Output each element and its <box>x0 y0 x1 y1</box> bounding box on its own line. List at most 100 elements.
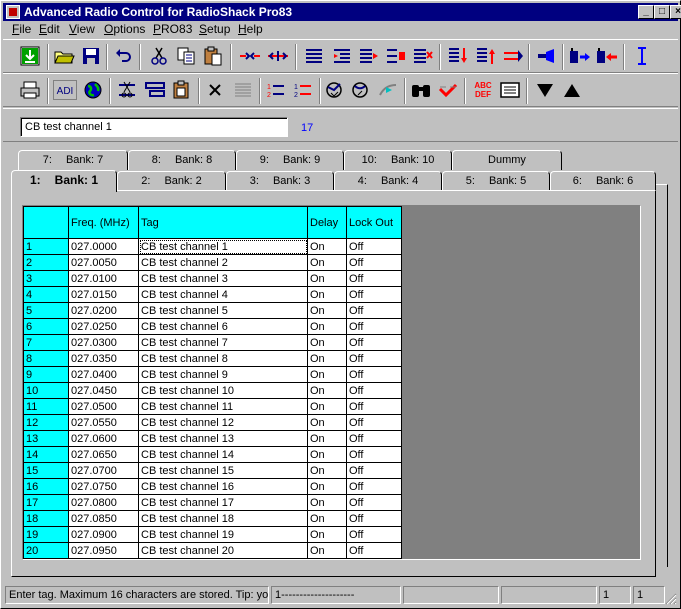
grid-cell-index[interactable]: 10 <box>23 382 69 399</box>
grid-cell-index[interactable]: 16 <box>23 478 69 495</box>
grid-cell-lockout[interactable]: Off <box>346 478 402 495</box>
grid-cell-index[interactable]: 14 <box>23 446 69 463</box>
grid-cell-freq[interactable]: 027.0700 <box>68 462 139 479</box>
split-icon[interactable] <box>266 45 290 67</box>
grid-cell-index[interactable]: 4 <box>23 286 69 303</box>
close-icon[interactable] <box>203 79 227 101</box>
table-row[interactable]: 5 027.0200 CB test channel 5 On Off <box>23 302 402 319</box>
cut-icon[interactable] <box>147 45 171 67</box>
triangle-down-icon[interactable] <box>533 79 557 101</box>
tab-bank-4[interactable]: 4: Bank: 4 <box>334 171 442 191</box>
tab-bank-2[interactable]: 2: Bank: 2 <box>117 171 226 191</box>
download-icon[interactable] <box>18 45 42 67</box>
grid-cell-tag[interactable]: CB test channel 9 <box>138 366 308 383</box>
grid-cell-freq[interactable]: 027.0750 <box>68 478 139 495</box>
insert-row-icon[interactable] <box>384 45 408 67</box>
grid-cell-tag[interactable]: CB test channel 2 <box>138 254 308 271</box>
grid-cell-index[interactable]: 13 <box>23 430 69 447</box>
grid-cell-lockout[interactable]: Off <box>346 254 402 271</box>
tab-bank-1[interactable]: 1: Bank: 1 <box>11 170 117 192</box>
grid-cell-delay[interactable]: On <box>307 494 347 511</box>
grid-cell-freq[interactable]: 027.0150 <box>68 286 139 303</box>
grid-cell-lockout[interactable]: Off <box>346 238 402 255</box>
grid-cell-index[interactable]: 3 <box>23 270 69 287</box>
grid-header-delay[interactable]: Delay <box>307 206 347 239</box>
grid-cell-delay[interactable]: On <box>307 334 347 351</box>
close-button[interactable]: × <box>670 5 681 19</box>
grid-cell-index[interactable]: 6 <box>23 318 69 335</box>
grid-cell-tag[interactable]: CB test channel 13 <box>138 430 308 447</box>
grid-cell-lockout[interactable]: Off <box>346 414 402 431</box>
table-row[interactable]: 6 027.0250 CB test channel 6 On Off <box>23 318 402 335</box>
grid-cell-tag[interactable]: CB test channel 19 <box>138 526 308 543</box>
checklist-icon[interactable]: 12 <box>291 79 315 101</box>
grid-cell-delay[interactable]: On <box>307 350 347 367</box>
grid-cell-delay[interactable]: On <box>307 510 347 527</box>
menu-setup[interactable]: Setup <box>199 22 230 37</box>
grid-cell-tag[interactable]: CB test channel 3 <box>138 270 308 287</box>
grid-cell-lockout[interactable]: Off <box>346 430 402 447</box>
resize-grip-icon[interactable] <box>665 593 677 605</box>
clipboard-icon[interactable] <box>170 79 194 101</box>
grid-header-tag[interactable]: Tag <box>138 206 308 239</box>
grid-cell-lockout[interactable]: Off <box>346 382 402 399</box>
menu-file[interactable]: File <box>12 22 31 37</box>
grid-cell-delay[interactable]: On <box>307 478 347 495</box>
grid-cell-delay[interactable]: On <box>307 398 347 415</box>
table-row[interactable]: 4 027.0150 CB test channel 4 On Off <box>23 286 402 303</box>
grid-cell-delay[interactable]: On <box>307 462 347 479</box>
channel-grid[interactable]: Freq. (MHz) Tag Delay Lock Out 1 027.0000… <box>22 205 641 560</box>
grid-cell-lockout[interactable]: Off <box>346 446 402 463</box>
grid-cell-lockout[interactable]: Off <box>346 462 402 479</box>
speaker-icon[interactable] <box>535 45 559 67</box>
check-icon[interactable] <box>436 79 460 101</box>
grid-cell-tag[interactable]: CB test channel 18 <box>138 510 308 527</box>
grid-cell-freq[interactable]: 027.0400 <box>68 366 139 383</box>
grid-cell-tag[interactable]: CB test channel 5 <box>138 302 308 319</box>
table-row[interactable]: 20 027.0950 CB test channel 20 On Off <box>23 542 402 559</box>
maximize-button[interactable]: □ <box>654 5 670 19</box>
grid-cell-freq[interactable]: 027.0800 <box>68 494 139 511</box>
grid-cell-lockout[interactable]: Off <box>346 350 402 367</box>
grid-cell-lockout[interactable]: Off <box>346 366 402 383</box>
grid-header-freq[interactable]: Freq. (MHz) <box>68 206 139 239</box>
grid-cell-lockout[interactable]: Off <box>346 510 402 527</box>
tab-bank-10[interactable]: 10: Bank: 10 <box>344 150 452 170</box>
grid-cell-freq[interactable]: 027.0850 <box>68 510 139 527</box>
sort-down-icon[interactable] <box>446 45 470 67</box>
delete-row-icon[interactable] <box>411 45 435 67</box>
grid-cell-index[interactable]: 17 <box>23 494 69 511</box>
list-icon[interactable] <box>302 45 326 67</box>
grid-cell-delay[interactable]: On <box>307 270 347 287</box>
table-row[interactable]: 11 027.0500 CB test channel 11 On Off <box>23 398 402 415</box>
grid-cell-tag[interactable]: CB test channel 7 <box>138 334 308 351</box>
grid-cell-tag[interactable]: CB test channel 12 <box>138 414 308 431</box>
grid-cell-tag[interactable]: CB test channel 11 <box>138 398 308 415</box>
scan-stop-icon[interactable] <box>348 79 372 101</box>
tab-bank-6[interactable]: 6: Bank: 6 <box>550 171 656 191</box>
table-row[interactable]: 13 027.0600 CB test channel 13 On Off <box>23 430 402 447</box>
grid-cell-delay[interactable]: On <box>307 302 347 319</box>
grid-cell-lockout[interactable]: Off <box>346 302 402 319</box>
table-row[interactable]: 18 027.0850 CB test channel 18 On Off <box>23 510 402 527</box>
grid-cell-tag[interactable]: CB test channel 16 <box>138 478 308 495</box>
grid-cell-delay[interactable]: On <box>307 446 347 463</box>
grid-cell-delay[interactable]: On <box>307 286 347 303</box>
grid-cell-index[interactable]: 18 <box>23 510 69 527</box>
title-bar[interactable]: Advanced Radio Control for RadioShack Pr… <box>3 3 681 21</box>
cursor-icon[interactable] <box>630 45 654 67</box>
insert-right-icon[interactable] <box>357 45 381 67</box>
globe-icon[interactable] <box>81 79 105 101</box>
grid-cell-lockout[interactable]: Off <box>346 526 402 543</box>
grid-cell-index[interactable]: 1 <box>23 238 69 255</box>
indent-icon[interactable] <box>330 45 354 67</box>
grid-cell-tag[interactable]: CB test channel 1 <box>138 238 308 255</box>
table-row[interactable]: 19 027.0900 CB test channel 19 On Off <box>23 526 402 543</box>
grid-cell-freq[interactable]: 027.0550 <box>68 414 139 431</box>
transmit-left-icon[interactable] <box>595 45 619 67</box>
grid-cell-freq[interactable]: 027.0000 <box>68 238 139 255</box>
grid-cell-tag[interactable]: CB test channel 15 <box>138 462 308 479</box>
numbered-list-icon[interactable]: 12 <box>264 79 288 101</box>
grid-cell-index[interactable]: 11 <box>23 398 69 415</box>
grid-cell-delay[interactable]: On <box>307 542 347 559</box>
